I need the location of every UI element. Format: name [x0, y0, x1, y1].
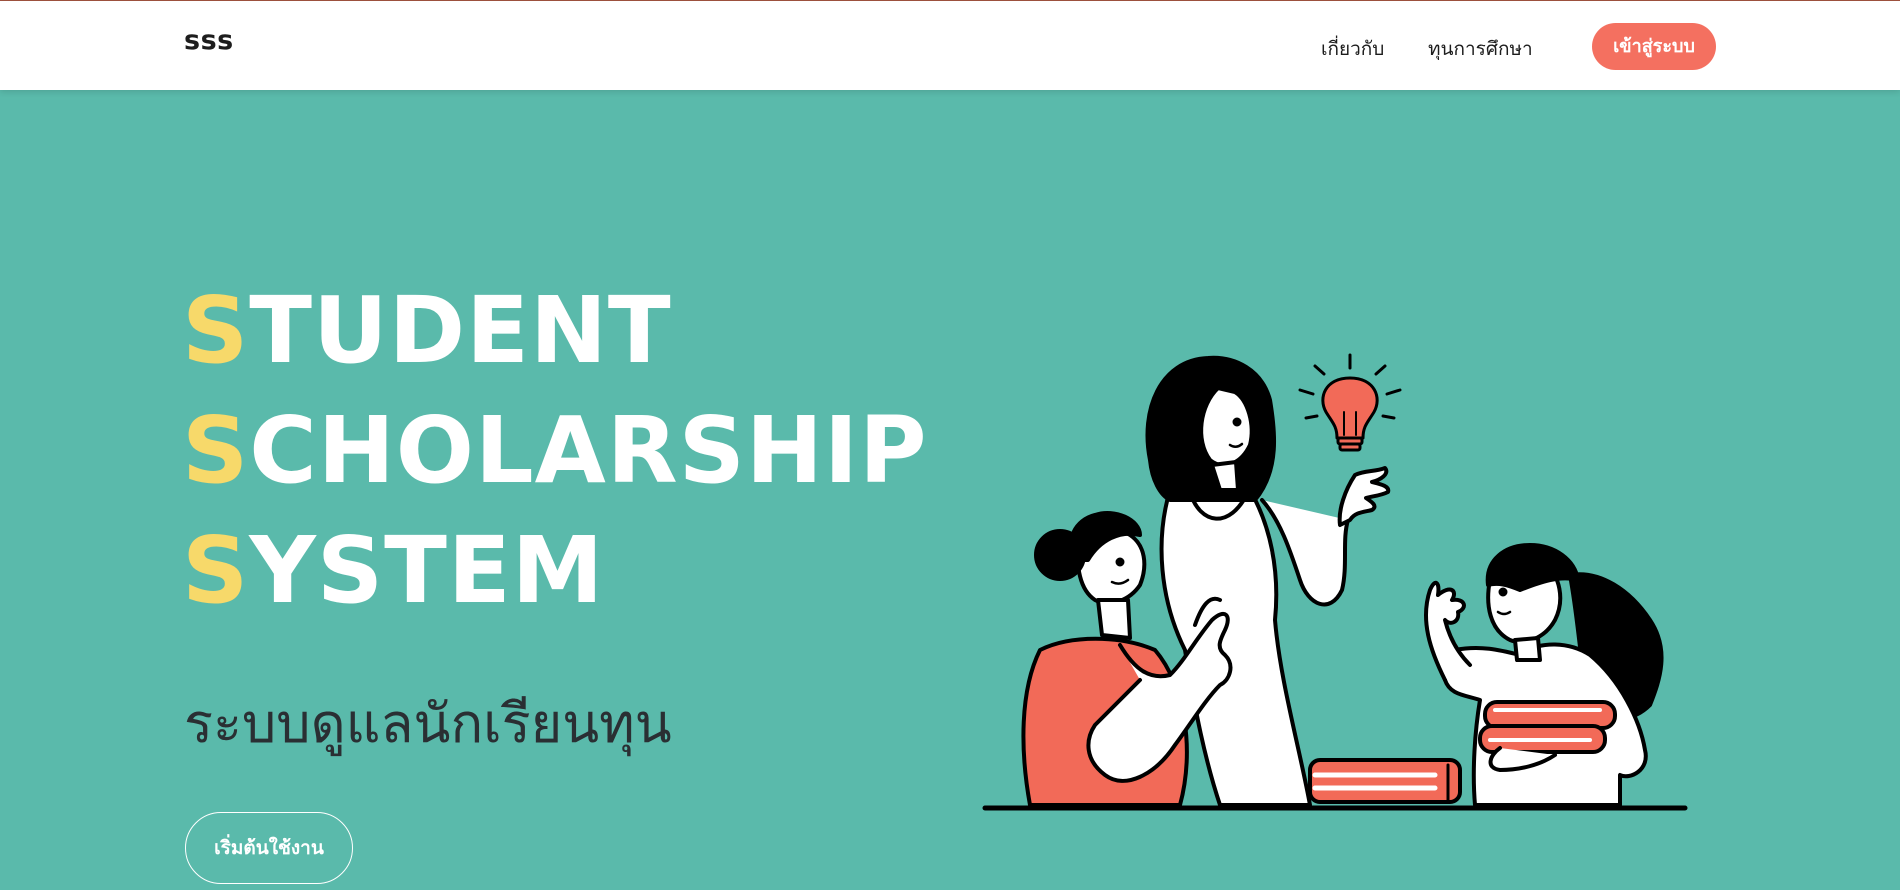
- login-button[interactable]: เข้าสู่ระบบ: [1592, 23, 1716, 70]
- title-initial: S: [182, 517, 250, 624]
- title-rest: TUDENT: [249, 277, 672, 384]
- title-rest: CHOLARSHIP: [249, 397, 928, 504]
- title-line-scholarship: SCHOLARSHIP: [182, 400, 928, 520]
- hero-subtitle: ระบบดูแลนักเรียนทุน: [184, 692, 672, 755]
- get-started-button[interactable]: เริ่มต้นใช้งาน: [185, 812, 353, 884]
- nav-link-scholarships[interactable]: ทุนการศึกษา: [1428, 34, 1533, 64]
- title-initial: S: [182, 277, 250, 384]
- title-line-system: SYSTEM: [182, 520, 928, 640]
- hero-title: STUDENT SCHOLARSHIP SYSTEM: [182, 280, 928, 640]
- navbar: sss เกี่ยวกับ ทุนการศึกษา เข้าสู่ระบบ: [0, 1, 1900, 90]
- lightbulb-icon: [1298, 353, 1402, 452]
- title-rest: YSTEM: [249, 517, 605, 624]
- nav-link-about[interactable]: เกี่ยวกับ: [1321, 34, 1384, 64]
- title-line-student: STUDENT: [182, 280, 928, 400]
- book-stack: [1308, 758, 1462, 804]
- students-illustration: [982, 353, 1688, 811]
- title-initial: S: [182, 397, 250, 504]
- brand-logo[interactable]: sss: [184, 25, 234, 56]
